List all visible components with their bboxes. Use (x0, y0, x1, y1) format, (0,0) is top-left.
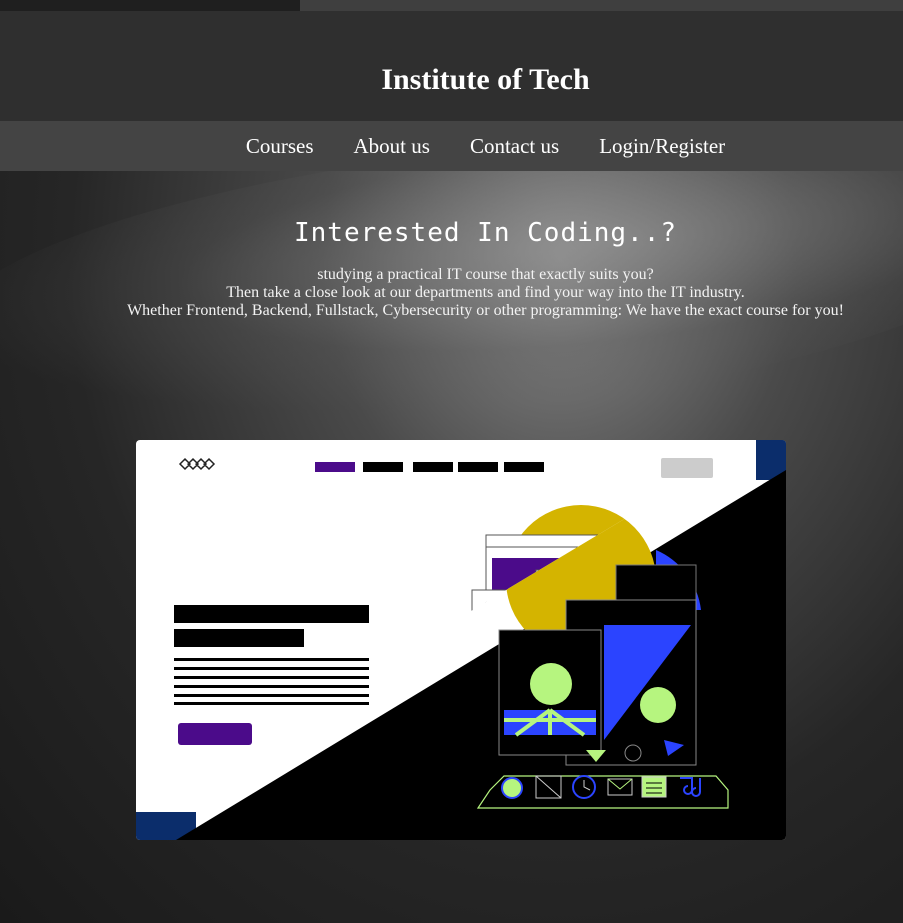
nav-login-register-link[interactable]: Login/Register (599, 134, 725, 159)
main-nav: Courses About us Contact us Login/Regist… (0, 121, 903, 171)
hero-line: Whether Frontend, Backend, Fullstack, Cy… (127, 302, 844, 319)
hero-line: Then take a close look at our department… (226, 284, 745, 301)
hero-description: studying a practical IT course that exac… (0, 266, 903, 320)
nav-about-link[interactable]: About us (354, 134, 430, 159)
nav-courses-link[interactable]: Courses (246, 134, 314, 159)
nav-contact-link[interactable]: Contact us (470, 134, 559, 159)
top-strip (0, 0, 903, 11)
illustration-graphic (136, 440, 786, 840)
site-header: Institute of Tech (0, 11, 903, 121)
hero-heading: Interested In Coding..? (293, 218, 678, 248)
hero-line: studying a practical IT course that exac… (317, 266, 654, 283)
website-mockup-illustration (136, 440, 786, 840)
site-title: Institute of Tech (381, 63, 590, 96)
